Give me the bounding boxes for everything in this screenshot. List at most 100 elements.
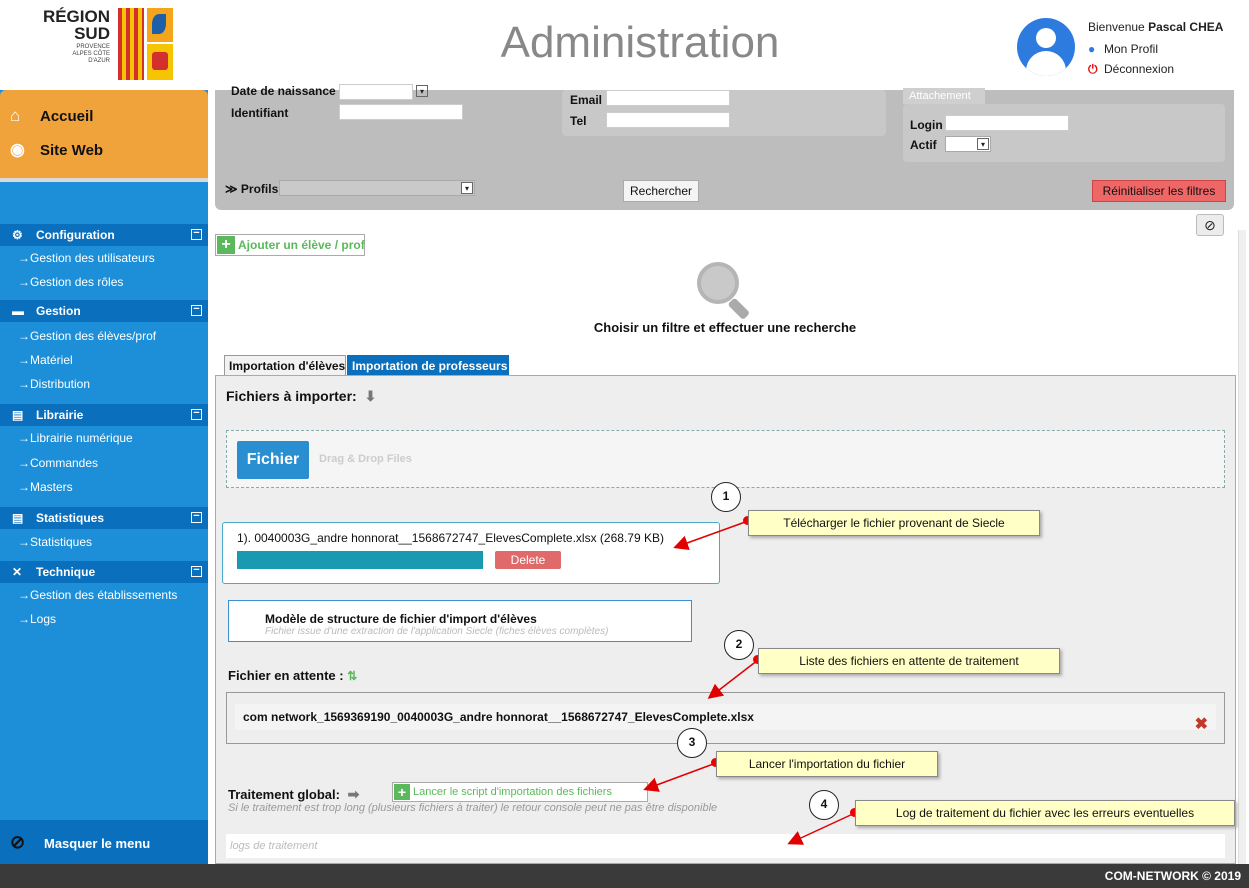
birthdate-field[interactable] bbox=[339, 84, 413, 100]
arrow-down-icon: ⬇ bbox=[364, 388, 377, 404]
hide-filters-button[interactable]: ⊘ bbox=[1196, 214, 1224, 236]
arrow-right-icon: → bbox=[18, 377, 30, 391]
sidebar-item-gestion-etablissements[interactable]: →Gestion des établissements bbox=[18, 588, 177, 602]
pending-files-list: com network_1569369190_0040003G_andre ho… bbox=[226, 692, 1225, 744]
sidebar-item-label: Librairie numérique bbox=[30, 431, 133, 445]
login-label: Login bbox=[910, 118, 943, 132]
chevron-down-icon: ▾ bbox=[977, 138, 989, 150]
processing-logs: logs de traitement bbox=[226, 834, 1225, 858]
annotation-note-2: Liste des fichiers en attente de traitem… bbox=[758, 648, 1060, 674]
sidebar-item-label: Gestion des rôles bbox=[30, 275, 124, 289]
actif-select[interactable]: ▾ bbox=[945, 136, 991, 152]
empty-search-message: Choisir un filtre et effectuer une reche… bbox=[593, 320, 857, 335]
profils-label: Profils bbox=[240, 182, 279, 196]
login-field[interactable] bbox=[945, 115, 1069, 131]
annotation-note-1: Télécharger le fichier provenant de Siec… bbox=[748, 510, 1040, 536]
hide-menu-label: Masquer le menu bbox=[44, 836, 151, 851]
arrow-right-icon: → bbox=[18, 353, 30, 367]
arrow-right-icon: → bbox=[18, 535, 30, 549]
home-icon: ⌂ bbox=[10, 106, 21, 125]
sidebar-item-distribution[interactable]: →Distribution bbox=[18, 377, 90, 391]
import-model-link[interactable]: Modèle de structure de fichier d'import … bbox=[228, 600, 692, 642]
collapse-toggle-icon[interactable]: − bbox=[191, 228, 202, 240]
logo-shield-cross bbox=[147, 44, 173, 80]
arrow-right-icon: → bbox=[18, 480, 30, 494]
attachement-tab[interactable]: Attachement bbox=[903, 88, 985, 104]
tools-icon: ✕ bbox=[12, 565, 23, 579]
logo-stripes bbox=[118, 8, 144, 80]
sidebar-item-gestion-utilisateurs[interactable]: →Gestion des utilisateurs bbox=[18, 251, 155, 265]
file-dropzone[interactable]: Fichier Drag & Drop Files bbox=[226, 430, 1225, 488]
attachement-filter-box bbox=[903, 104, 1225, 162]
chart-icon: ▤ bbox=[12, 511, 24, 525]
section-label: Technique bbox=[36, 565, 96, 579]
logo-subtitle: PROVENCE ALPES CÔTE D'AZUR bbox=[72, 44, 110, 64]
remove-file-icon[interactable]: ✖ bbox=[1195, 712, 1208, 738]
processing-warning: Si le traitement est trop long (plusieur… bbox=[228, 802, 718, 814]
delete-file-button[interactable]: Delete bbox=[495, 551, 561, 569]
sidebar-item-label: Site Web bbox=[40, 142, 104, 159]
annotation-note-3: Lancer l'importation du fichier bbox=[716, 751, 938, 777]
pending-files-title: Fichier en attente : ⇅ bbox=[228, 668, 357, 683]
tel-field[interactable] bbox=[606, 112, 730, 128]
sidebar-item-commandes[interactable]: →Commandes bbox=[18, 456, 98, 470]
sidebar-item-statistiques[interactable]: →Statistiques bbox=[18, 535, 92, 549]
pending-file-name: com network_1569369190_0040003G_andre ho… bbox=[243, 710, 754, 724]
scrollbar[interactable] bbox=[1238, 230, 1246, 864]
drag-drop-hint: Drag & Drop Files bbox=[319, 453, 412, 465]
global-processing-title: Traitement global: ➡ bbox=[228, 786, 359, 803]
sidebar-section-configuration[interactable]: ⚙ Configuration − bbox=[0, 224, 208, 246]
email-field[interactable] bbox=[606, 90, 730, 106]
add-student-teacher-button[interactable]: + Ajouter un élève / prof bbox=[215, 234, 365, 256]
sidebar-item-label: Masters bbox=[30, 480, 73, 494]
folder-icon: ▬ bbox=[12, 304, 24, 318]
collapse-toggle-icon[interactable]: − bbox=[191, 408, 202, 420]
section-label: Gestion bbox=[36, 304, 81, 318]
import-panel: Fichiers à importer: ⬇ Fichier Drag & Dr… bbox=[215, 375, 1236, 864]
sidebar-section-librairie[interactable]: ▤ Librairie − bbox=[0, 404, 208, 426]
search-button[interactable]: Rechercher bbox=[623, 180, 699, 202]
add-button-label: Ajouter un élève / prof bbox=[238, 238, 365, 252]
profils-toggle[interactable]: ≫ Profils bbox=[225, 182, 278, 196]
collapse-toggle-icon[interactable]: − bbox=[191, 304, 202, 316]
logo-title: RÉGION SUD bbox=[42, 7, 110, 43]
tab-importation-eleves[interactable]: Importation d'élèves bbox=[224, 355, 346, 375]
user-avatar[interactable] bbox=[1017, 18, 1075, 76]
sidebar-item-logs[interactable]: →Logs bbox=[18, 612, 56, 626]
choose-file-button[interactable]: Fichier bbox=[237, 441, 309, 479]
sidebar-item-accueil[interactable]: ⌂ Accueil bbox=[10, 106, 93, 126]
annotation-note-4: Log de traitement du fichier avec les er… bbox=[855, 800, 1235, 826]
annotation-badge-2: 2 bbox=[724, 630, 754, 660]
library-icon: ▤ bbox=[12, 408, 24, 422]
tab-importation-professeurs[interactable]: Importation de professeurs bbox=[347, 355, 509, 375]
double-chevron-down-icon: ≫ bbox=[225, 182, 238, 196]
files-to-import-title: Fichiers à importer: ⬇ bbox=[226, 388, 376, 405]
sidebar-item-librairie-numerique[interactable]: →Librairie numérique bbox=[18, 431, 133, 445]
reset-filters-button[interactable]: Réinitialiser les filtres bbox=[1092, 180, 1226, 202]
refresh-icon[interactable]: ⇅ bbox=[347, 669, 357, 683]
region-sud-logo[interactable]: RÉGION SUD PROVENCE ALPES CÔTE D'AZUR bbox=[30, 6, 190, 84]
sidebar-item-label: Matériel bbox=[30, 353, 73, 367]
collapse-toggle-icon[interactable]: − bbox=[191, 511, 202, 523]
sidebar-item-site-web[interactable]: ◉ Site Web bbox=[10, 140, 103, 160]
hide-menu-button[interactable]: ⊘ Masquer le menu bbox=[0, 820, 208, 864]
sidebar-item-materiel[interactable]: →Matériel bbox=[18, 353, 73, 367]
profile-link[interactable]: ● Mon Profil bbox=[1088, 42, 1158, 56]
chevron-down-icon: ▾ bbox=[461, 182, 473, 194]
sidebar-item-masters[interactable]: →Masters bbox=[18, 480, 73, 494]
identifiant-field[interactable] bbox=[339, 104, 463, 120]
filter-panel: Date de naissance ▾ Identifiant Email Te… bbox=[215, 84, 1234, 210]
sidebar-section-statistiques[interactable]: ▤ Statistiques − bbox=[0, 507, 208, 529]
date-picker-button[interactable]: ▾ bbox=[415, 84, 429, 100]
upload-progress-bar bbox=[237, 551, 483, 569]
profils-select[interactable]: ▾ bbox=[279, 180, 475, 196]
plus-icon: + bbox=[217, 236, 235, 254]
sidebar-section-gestion[interactable]: ▬ Gestion − bbox=[0, 300, 208, 322]
collapse-toggle-icon[interactable]: − bbox=[191, 565, 202, 577]
arrow-right-icon: → bbox=[18, 329, 30, 343]
logout-link[interactable]: ⏻ Déconnexion bbox=[1088, 62, 1174, 77]
sidebar-item-gestion-eleves[interactable]: →Gestion des élèves/prof bbox=[18, 329, 156, 343]
sidebar-item-gestion-roles[interactable]: →Gestion des rôles bbox=[18, 275, 123, 289]
sidebar-section-technique[interactable]: ✕ Technique − bbox=[0, 561, 208, 583]
launch-import-button[interactable]: + Lancer le script d'importation des fich… bbox=[392, 782, 648, 802]
